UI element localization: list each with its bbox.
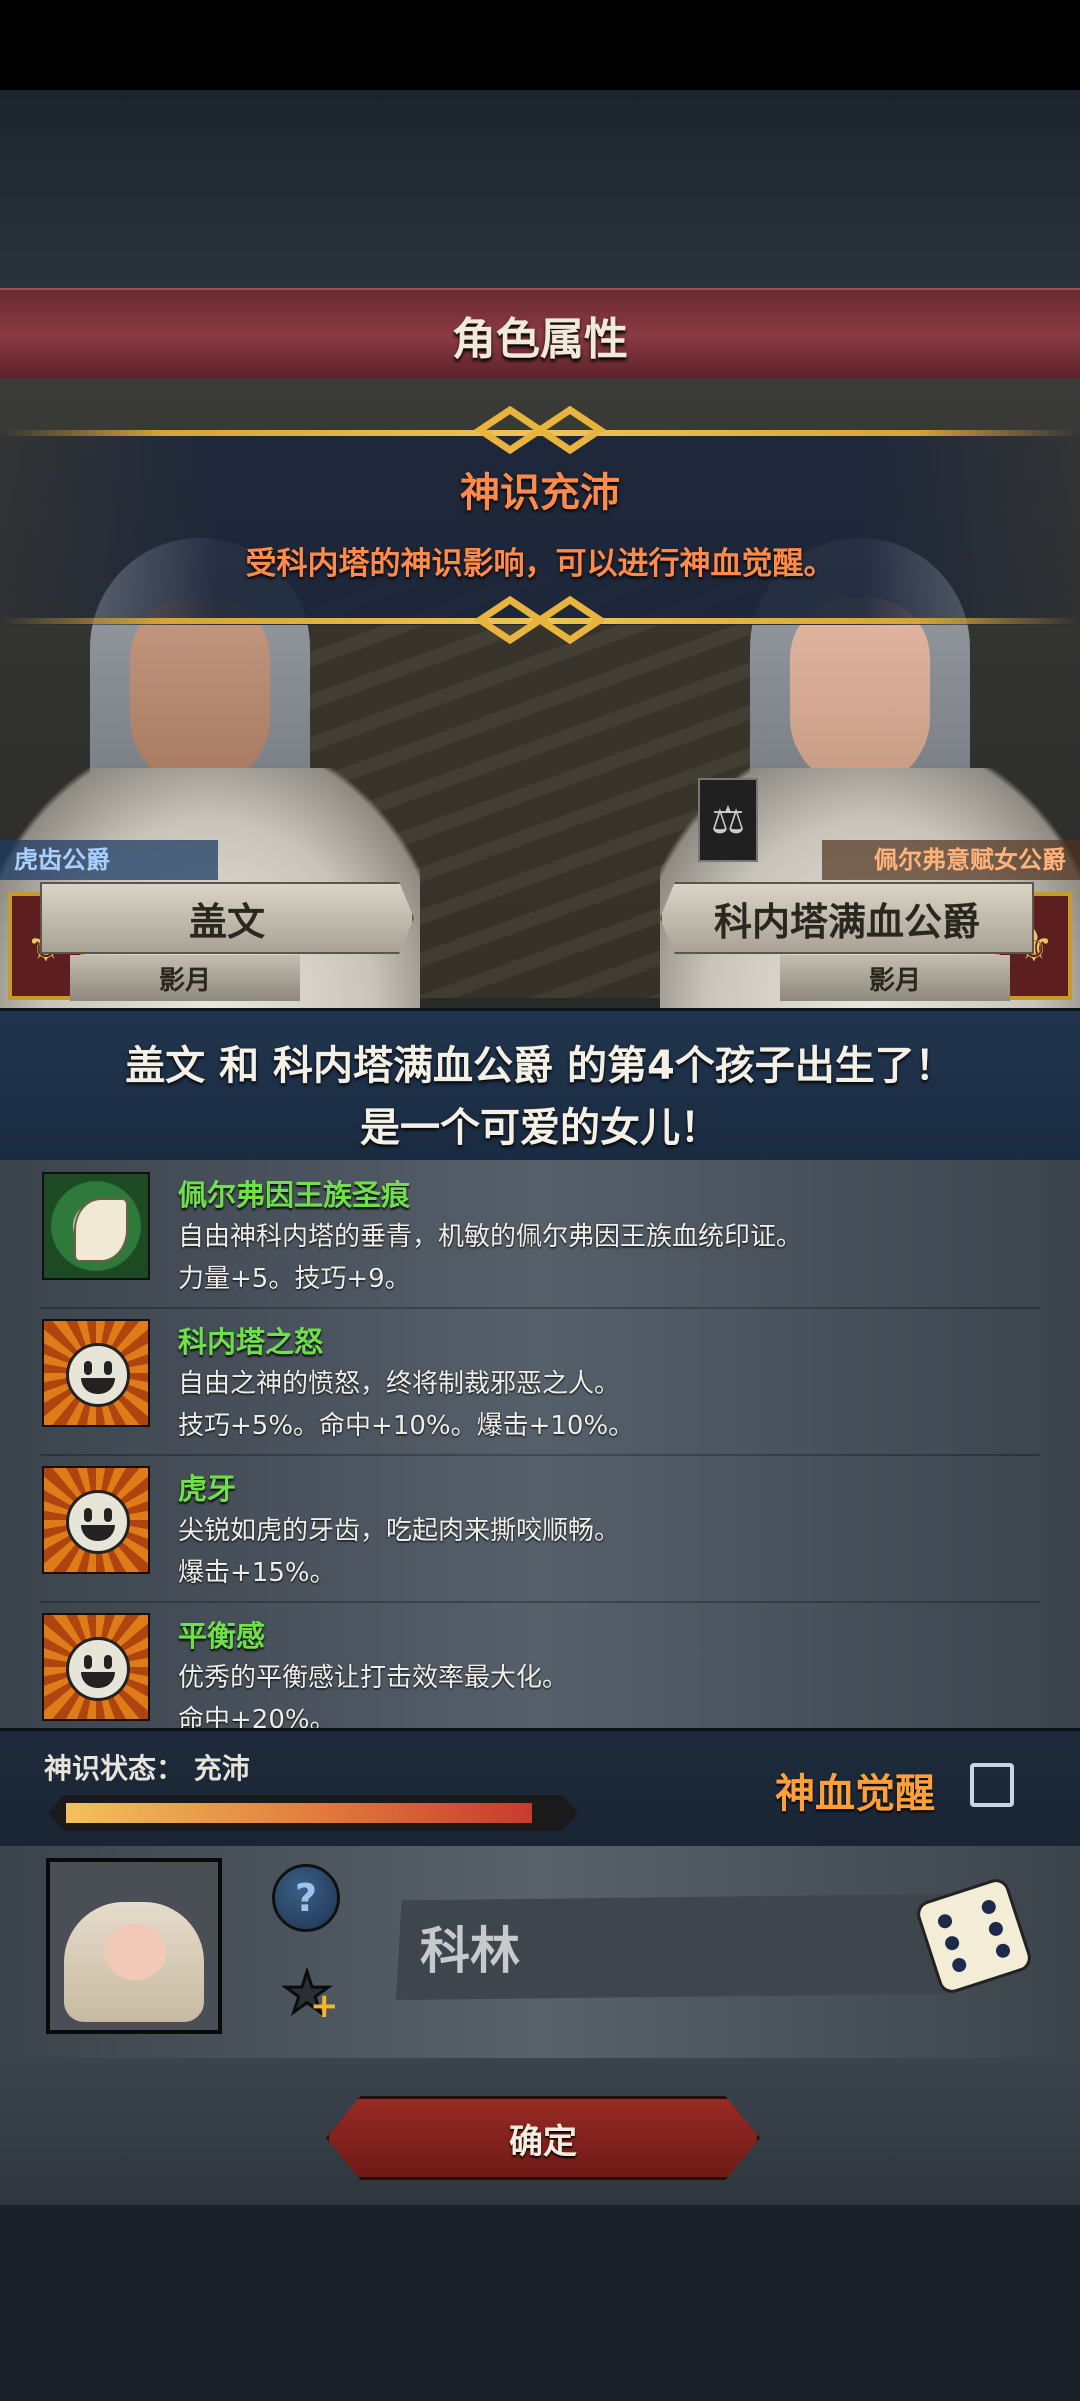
bottom-background bbox=[0, 2205, 1080, 2401]
title-bar: 角色属性 bbox=[0, 288, 1080, 382]
mother-house: 影月 bbox=[780, 955, 1010, 1001]
ornament-bottom-icon bbox=[473, 595, 607, 645]
father-title: 虎齿公爵 bbox=[0, 840, 218, 880]
father-name-plate: 盖文 bbox=[40, 882, 414, 954]
trait-stat: 力量+5。技巧+9。 bbox=[178, 1264, 411, 1294]
top-background bbox=[0, 90, 1080, 290]
birth-line-2: 是一个可爱的女儿！ bbox=[360, 1105, 720, 1151]
awaken-label: 神血觉醒 bbox=[775, 1771, 935, 1817]
trait-list[interactable]: 佩尔弗因王族圣痕 自由神科内塔的垂青，机敏的佩尔弗因王族血统印证。 力量+5。技… bbox=[0, 1160, 1080, 1728]
awaken-checkbox[interactable] bbox=[970, 1763, 1014, 1807]
mother-title: 佩尔弗意赋女公爵 bbox=[822, 840, 1080, 880]
banner-description: 受科内塔的神识影响，可以进行神血觉醒。 bbox=[245, 546, 835, 582]
birth-line-1: 盖文 和 科内塔满血公爵 的第4个孩子出生了！ bbox=[125, 1043, 955, 1089]
baby-portrait bbox=[46, 1858, 222, 2034]
father-house: 影月 bbox=[70, 955, 300, 1001]
divine-status-panel: 神识状态： 充沛 神血觉醒 bbox=[0, 1728, 1080, 1849]
confirm-button[interactable]: 确定 bbox=[326, 2096, 760, 2180]
trait-description: 尖锐如虎的牙齿，吃起肉来撕咬顺畅。 bbox=[178, 1516, 621, 1546]
ornament-top-icon bbox=[473, 405, 607, 455]
trait-item: 虎牙 尖锐如虎的牙齿，吃起肉来撕咬顺畅。 爆击+15%。 bbox=[0, 1456, 1080, 1603]
plus-icon: + bbox=[310, 1986, 339, 2026]
divine-progress-fill bbox=[66, 1803, 532, 1823]
leaf-icon bbox=[42, 1172, 150, 1280]
father-name: 盖文 bbox=[188, 899, 265, 944]
trait-stat: 爆击+15%。 bbox=[178, 1558, 336, 1588]
birth-announcement: 盖文 和 科内塔满血公爵 的第4个孩子出生了！ 是一个可爱的女儿！ bbox=[0, 1008, 1080, 1166]
trait-stat: 技巧+5%。命中+10%。爆击+10%。 bbox=[178, 1411, 635, 1441]
smile-icon bbox=[42, 1613, 150, 1721]
divine-status-label: 神识状态： 充沛 bbox=[44, 1752, 250, 1785]
smile-icon bbox=[42, 1319, 150, 1427]
trait-description: 优秀的平衡感让打击效率最大化。 bbox=[178, 1663, 569, 1693]
trait-name: 虎牙 bbox=[178, 1472, 237, 1506]
trait-name: 佩尔弗因王族圣痕 bbox=[178, 1178, 411, 1212]
banner-title: 神识充沛 bbox=[460, 470, 620, 516]
trait-stat: 命中+20%。 bbox=[178, 1705, 336, 1728]
trait-item: 平衡感 优秀的平衡感让打击效率最大化。 命中+20%。 bbox=[0, 1603, 1080, 1728]
mother-name: 科内塔满血公爵 bbox=[713, 899, 980, 944]
trait-description: 自由神科内塔的垂青，机敏的佩尔弗因王族血统印证。 bbox=[178, 1222, 803, 1252]
scale-icon: ⚖ bbox=[698, 778, 758, 862]
help-button[interactable]: ? bbox=[272, 1864, 340, 1932]
child-name-input[interactable] bbox=[396, 1894, 956, 2000]
trait-item: 佩尔弗因王族圣痕 自由神科内塔的垂青，机敏的佩尔弗因王族血统印证。 力量+5。技… bbox=[0, 1162, 1080, 1309]
mother-name-plate: 科内塔满血公爵 bbox=[660, 882, 1034, 954]
trait-description: 自由之神的愤怒，终将制裁邪恶之人。 bbox=[178, 1369, 621, 1399]
trait-name: 平衡感 bbox=[178, 1619, 266, 1653]
trait-item: 科内塔之怒 自由之神的愤怒，终将制裁邪恶之人。 技巧+5%。命中+10%。爆击+… bbox=[0, 1309, 1080, 1456]
page-title: 角色属性 bbox=[452, 314, 628, 365]
trait-name: 科内塔之怒 bbox=[178, 1325, 324, 1359]
naming-panel: ? ★ + bbox=[0, 1846, 1080, 2062]
smile-icon bbox=[42, 1466, 150, 1574]
